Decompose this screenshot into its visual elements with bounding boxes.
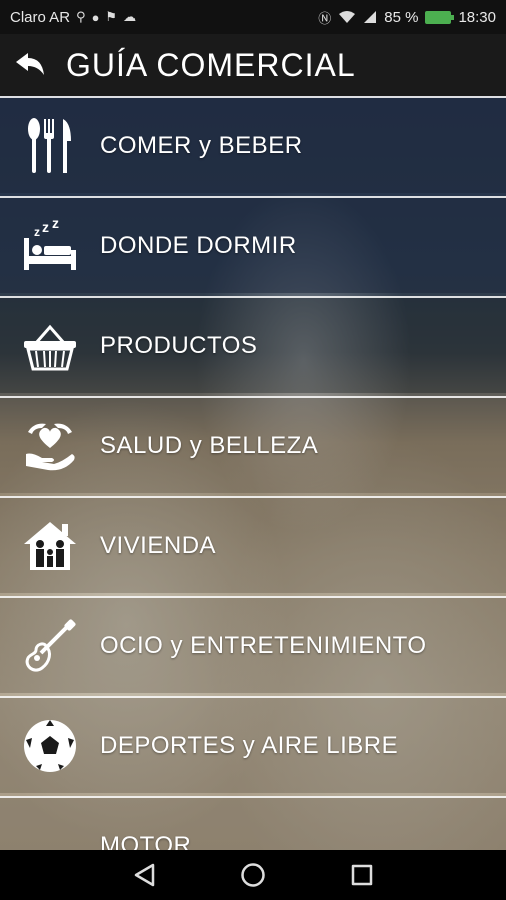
battery-percent: 85 % — [384, 8, 419, 26]
menu-item-comer-beber[interactable]: COMER y BEBER — [0, 96, 506, 193]
nav-recents-button[interactable] — [342, 855, 382, 895]
cutlery-icon — [28, 117, 71, 173]
menu-item-ocio-entretenimiento[interactable]: OCIO y ENTRETENIMIENTO — [0, 596, 506, 693]
nav-back-button[interactable] — [124, 855, 164, 895]
menu-item-label: SALUD y BELLEZA — [100, 431, 319, 459]
soccer-ball-icon — [24, 719, 76, 772]
svg-text:z: z — [52, 220, 59, 231]
wifi-icon — [339, 11, 356, 23]
status-bar: Claro AR ⚲ ● ⚑ ☁ Ⓝ 85 % 18:30 — [0, 0, 506, 34]
system-nav-bar — [0, 850, 506, 900]
menu-item-label: PRODUCTOS — [100, 331, 258, 359]
battery-icon — [425, 10, 455, 24]
carrier-label: Claro AR — [10, 8, 71, 26]
nfc-icon: Ⓝ — [318, 10, 332, 26]
menu-item-label: OCIO y ENTRETENIMIENTO — [100, 631, 427, 659]
home-circle-icon — [241, 863, 265, 887]
car-icon — [39, 849, 61, 850]
menu-item-label: MOTOR — [100, 831, 192, 851]
menu-item-productos[interactable]: PRODUCTOS — [0, 296, 506, 393]
bed-icon: z z z — [24, 220, 76, 270]
svg-text:z: z — [34, 225, 40, 239]
page-title: GUÍA COMERCIAL — [66, 46, 356, 83]
menu-item-label: VIVIENDA — [100, 531, 217, 559]
clock: 18:30 — [458, 8, 496, 26]
flag-icon: ⚑ — [105, 9, 118, 24]
signal-icon — [364, 11, 377, 23]
chat-icon: ● — [91, 9, 100, 25]
menu-item-salud-belleza[interactable]: SALUD y BELLEZA — [0, 396, 506, 493]
back-button[interactable] — [0, 34, 60, 96]
menu-item-vivienda[interactable]: VIVIENDA — [0, 496, 506, 593]
usb-icon: ⚲ — [76, 9, 86, 24]
cloud-icon: ☁ — [123, 9, 137, 24]
basket-icon — [24, 324, 76, 370]
menu-item-label: DONDE DORMIR — [100, 231, 297, 259]
back-arrow-icon — [16, 53, 44, 75]
back-triangle-icon — [135, 863, 155, 887]
menu-list: COMER y BEBER z z z DONDE DORMIR PRODUCT… — [0, 96, 506, 850]
menu-item-label: COMER y BEBER — [100, 131, 303, 159]
status-left: Claro AR ⚲ ● ⚑ ☁ — [10, 9, 136, 26]
heart-hands-icon — [26, 423, 75, 470]
menu-item-label: DEPORTES y AIRE LIBRE — [100, 731, 399, 759]
app-bar: GUÍA COMERCIAL — [0, 34, 506, 96]
menu-item-donde-dormir[interactable]: z z z DONDE DORMIR — [0, 196, 506, 293]
status-right: Ⓝ 85 % 18:30 — [318, 8, 496, 27]
menu-item-deportes-aire-libre[interactable]: DEPORTES y AIRE LIBRE — [0, 696, 506, 793]
guitar-icon — [25, 618, 76, 672]
recents-square-icon — [351, 864, 372, 886]
menu-item-motor[interactable]: MOTOR — [0, 796, 506, 850]
house-family-icon — [24, 521, 76, 570]
nav-home-button[interactable] — [233, 855, 273, 895]
svg-text:z: z — [42, 220, 49, 235]
